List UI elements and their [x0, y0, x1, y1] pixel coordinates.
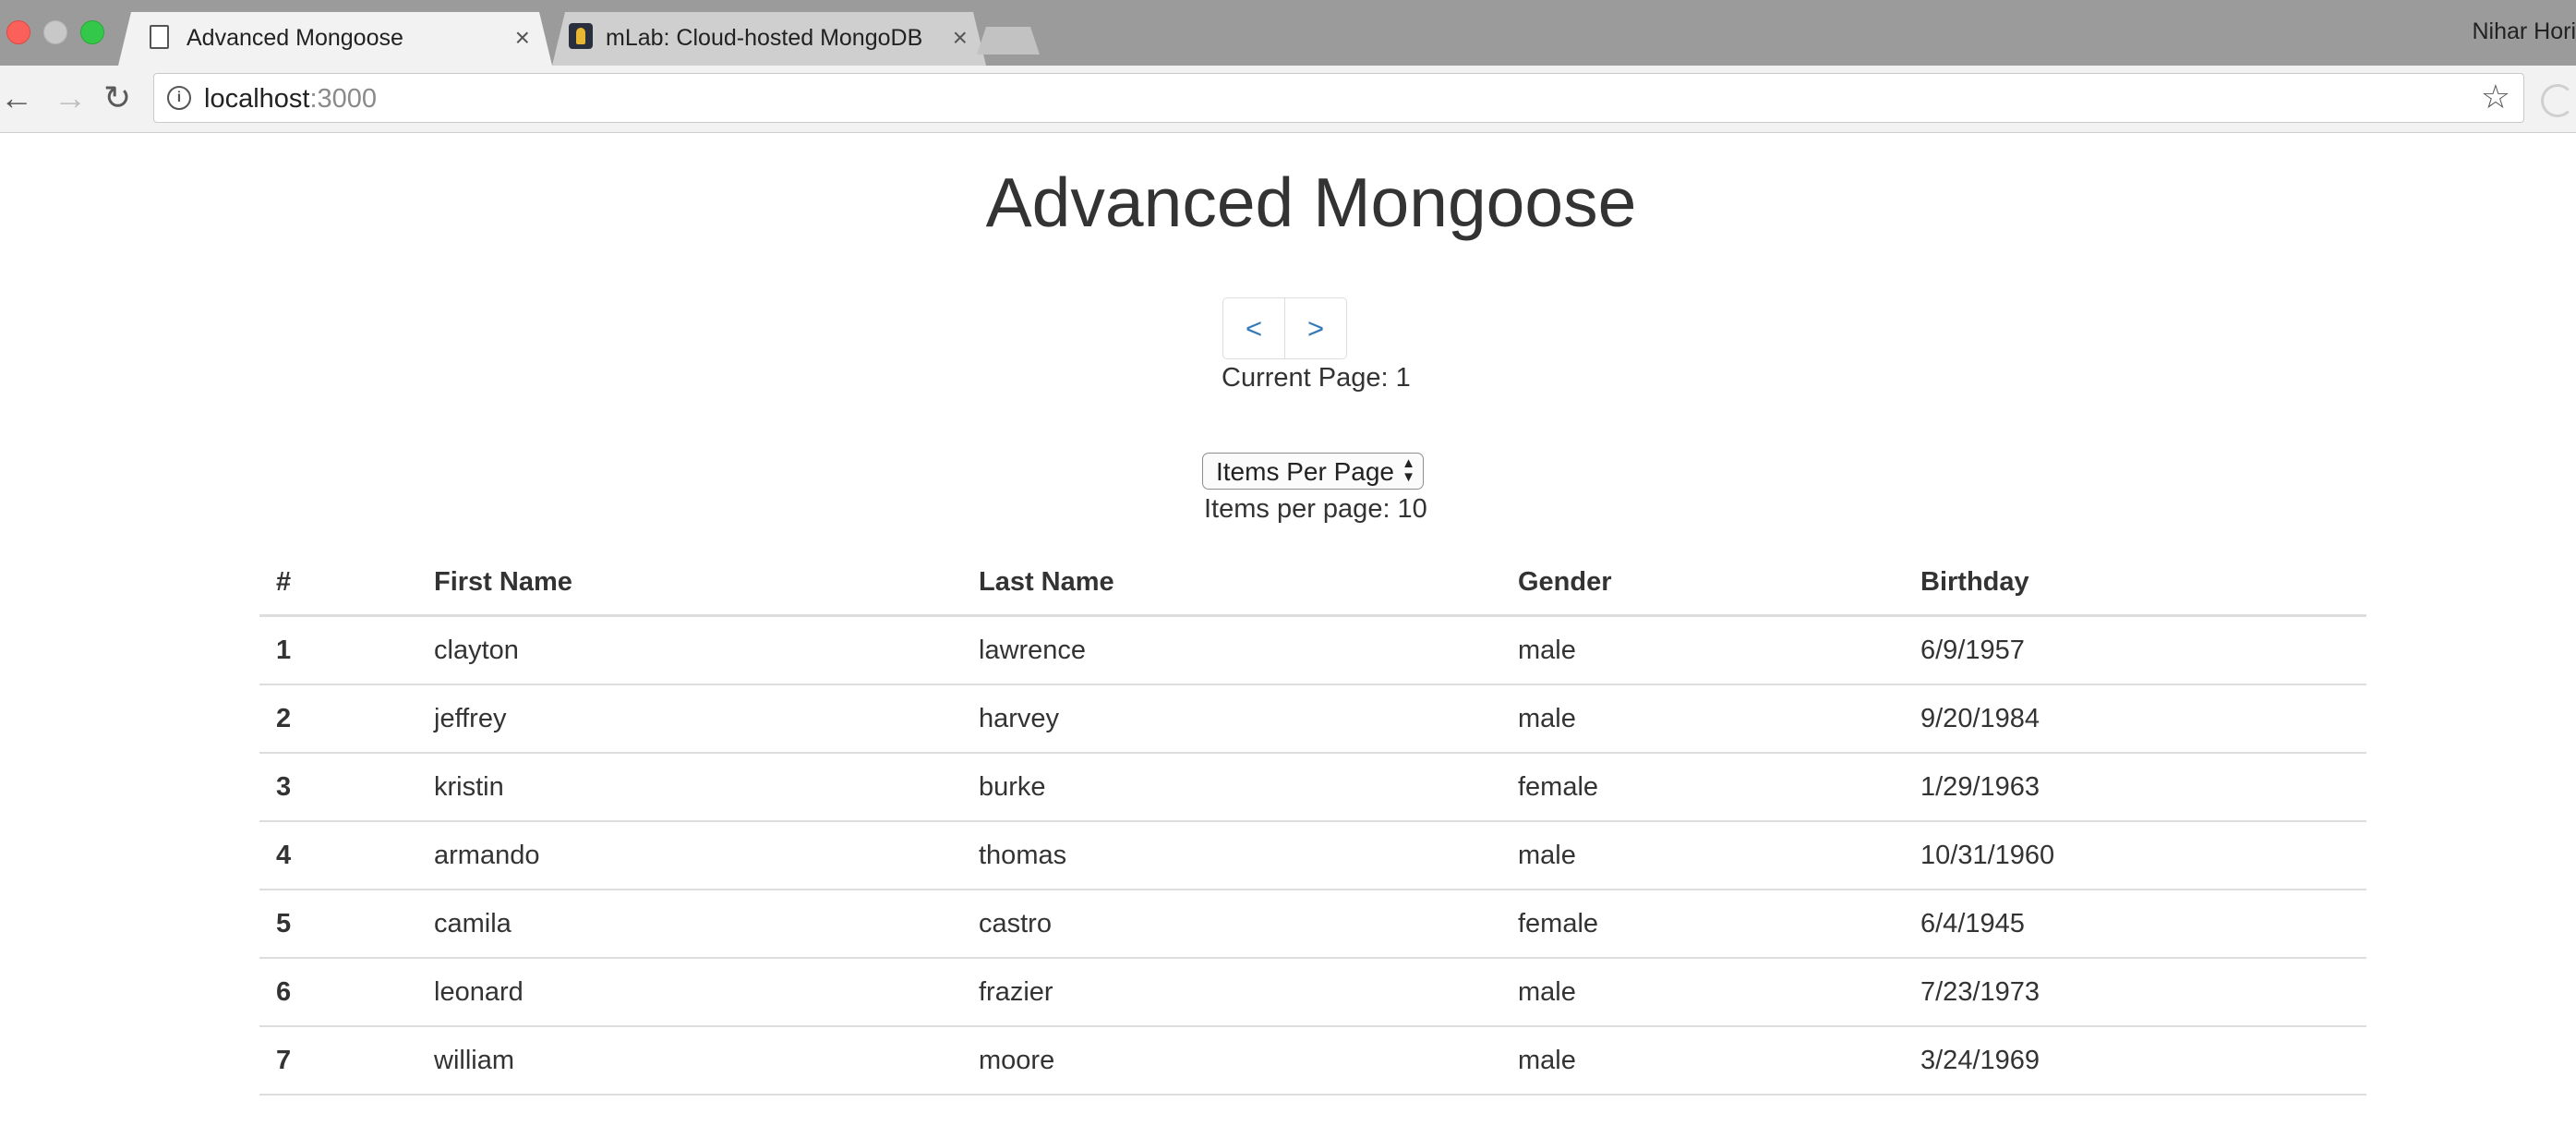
cell-birthday: 9/20/1984	[1904, 684, 2366, 754]
table-row: 1 clayton lawrence male 6/9/1957	[259, 615, 2366, 685]
page-title: Advanced Mongoose	[985, 163, 1637, 241]
cell-number: 3	[259, 753, 417, 822]
users-table: # First Name Last Name Gender Birthday 1…	[259, 550, 2366, 1096]
header-gender: Gender	[1501, 550, 1904, 617]
cell-gender: male	[1501, 684, 1904, 754]
cell-last-name: castro	[962, 890, 1501, 959]
cell-first-name: armando	[417, 821, 962, 890]
cell-birthday: 1/29/1963	[1904, 753, 2366, 822]
table-row: 7 william moore male 3/24/1969	[259, 1026, 2366, 1096]
cell-gender: male	[1501, 958, 1904, 1027]
cell-gender: female	[1501, 753, 1904, 822]
mlab-favicon-icon	[569, 23, 593, 49]
next-page-button[interactable]: >	[1285, 297, 1347, 359]
url-text[interactable]: localhost:3000	[204, 84, 377, 115]
cell-birthday: 10/31/1960	[1904, 821, 2366, 890]
browser-tab-strip: Advanced Mongoose × mLab: Cloud-hosted M…	[0, 0, 2576, 66]
tab-close-icon[interactable]: ×	[515, 23, 530, 53]
profile-name[interactable]: Nihar Hori	[2472, 18, 2576, 45]
cell-number: 4	[259, 821, 417, 890]
cell-birthday: 6/9/1957	[1904, 615, 2366, 685]
cell-number: 6	[259, 958, 417, 1027]
cell-number: 7	[259, 1026, 417, 1096]
cell-last-name: moore	[962, 1026, 1501, 1096]
cell-first-name: kristin	[417, 753, 962, 822]
cell-number: 5	[259, 890, 417, 959]
cell-last-name: lawrence	[962, 615, 1501, 685]
pager: < >	[1222, 297, 1347, 359]
table-header-row: # First Name Last Name Gender Birthday	[259, 550, 2366, 617]
table-row: 2 jeffrey harvey male 9/20/1984	[259, 684, 2366, 754]
cell-gender: male	[1501, 821, 1904, 890]
bookmark-star-icon[interactable]: ☆	[2481, 78, 2510, 116]
table-row: 5 camila castro female 6/4/1945	[259, 890, 2366, 959]
table-row: 3 kristin burke female 1/29/1963	[259, 753, 2366, 822]
cell-first-name: leonard	[417, 958, 962, 1027]
close-window-button[interactable]	[6, 20, 30, 44]
forward-arrow-icon[interactable]: →	[54, 79, 87, 117]
header-first-name: First Name	[417, 550, 962, 617]
previous-page-button[interactable]: <	[1222, 297, 1285, 359]
cell-first-name: william	[417, 1026, 962, 1096]
select-label: Items Per Page	[1216, 457, 1394, 486]
header-birthday: Birthday	[1904, 550, 2366, 617]
cell-birthday: 7/23/1973	[1904, 958, 2366, 1027]
items-per-page-select[interactable]: Items Per Page ▲ ▼	[1202, 453, 1424, 490]
cell-gender: male	[1501, 615, 1904, 685]
table-row: 6 leonard frazier male 7/23/1973	[259, 958, 2366, 1027]
cell-birthday: 6/4/1945	[1904, 890, 2366, 959]
cell-number: 2	[259, 684, 417, 754]
header-last-name: Last Name	[962, 550, 1501, 617]
minimize-window-button[interactable]	[43, 20, 67, 44]
header-number: #	[259, 550, 417, 617]
new-tab-button[interactable]	[977, 27, 1040, 54]
table-row: 4 armando thomas male 10/31/1960	[259, 821, 2366, 890]
cell-gender: male	[1501, 1026, 1904, 1096]
cell-first-name: camila	[417, 890, 962, 959]
reload-icon[interactable]: ↻	[103, 79, 131, 117]
tab-title: mLab: Cloud-hosted MongoDB	[606, 25, 923, 51]
cell-number: 1	[259, 615, 417, 685]
cell-birthday: 3/24/1969	[1904, 1026, 2366, 1096]
extension-icon[interactable]	[2541, 84, 2574, 117]
document-icon	[150, 25, 169, 49]
cell-last-name: harvey	[962, 684, 1501, 754]
cell-first-name: clayton	[417, 615, 962, 685]
tab-advanced-mongoose[interactable]: Advanced Mongoose ×	[118, 12, 552, 66]
info-icon[interactable]: i	[167, 86, 191, 110]
cell-last-name: frazier	[962, 958, 1501, 1027]
items-per-page-label: Items per page: 10	[1204, 494, 1427, 524]
browser-toolbar: ← → ↻ i localhost:3000 ☆	[0, 66, 2576, 133]
address-bar[interactable]: i localhost:3000 ☆	[153, 73, 2524, 123]
cell-gender: female	[1501, 890, 1904, 959]
select-arrows-icon: ▲ ▼	[1402, 455, 1415, 485]
url-host: localhost	[204, 84, 310, 114]
maximize-window-button[interactable]	[80, 20, 104, 44]
current-page-label: Current Page: 1	[1222, 363, 1411, 393]
cell-last-name: thomas	[962, 821, 1501, 890]
tab-close-icon[interactable]: ×	[953, 23, 968, 53]
cell-first-name: jeffrey	[417, 684, 962, 754]
tab-title: Advanced Mongoose	[187, 25, 403, 51]
back-arrow-icon[interactable]: ←	[0, 79, 33, 117]
url-port: :3000	[309, 84, 378, 114]
tab-mlab[interactable]: mLab: Cloud-hosted MongoDB ×	[552, 12, 986, 66]
cell-last-name: burke	[962, 753, 1501, 822]
